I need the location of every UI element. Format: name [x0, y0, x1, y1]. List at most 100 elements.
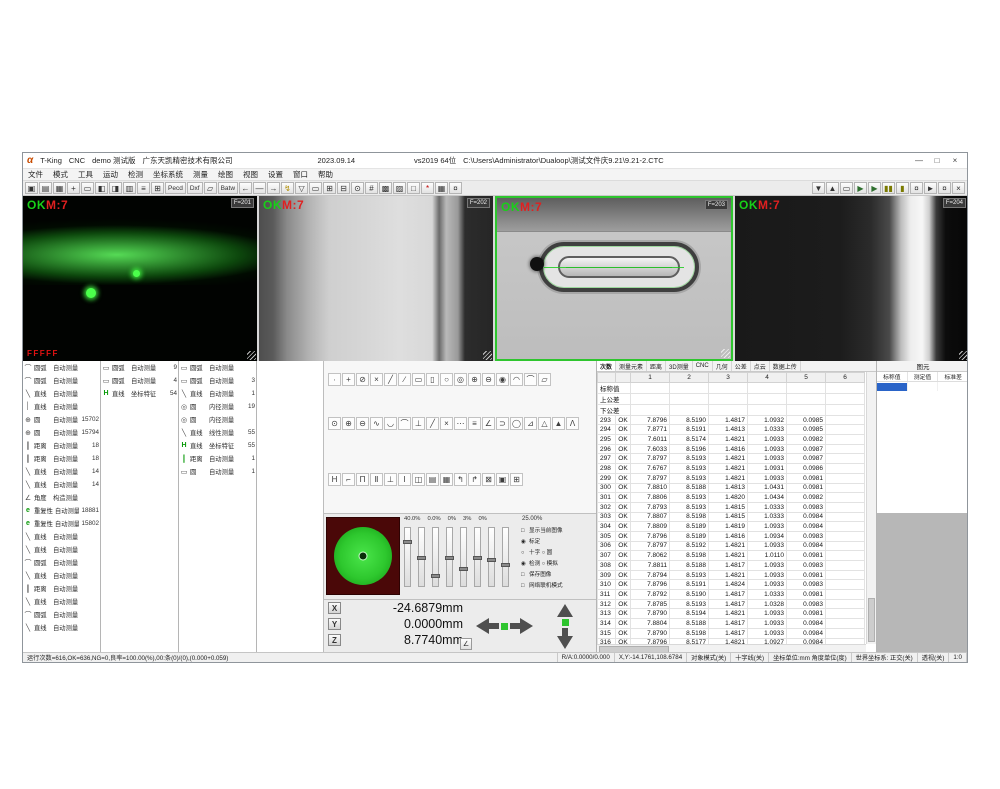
toolbar-tools-button[interactable]: ¤ [938, 182, 951, 194]
measurement-row[interactable]: 296OK7.60338.51961.48161.09330.0987 [598, 444, 865, 454]
feature-row[interactable]: ◎圆内径测量 [179, 413, 256, 426]
tool-icon[interactable]: ▲ [552, 417, 565, 430]
measurement-row[interactable]: 307OK7.80628.51981.48211.01100.0981 [598, 551, 865, 561]
measurement-row[interactable]: 293OK7.87968.51901.48171.09320.0985 [598, 415, 865, 425]
jog-right-icon[interactable] [520, 618, 533, 634]
measurement-row[interactable]: 306OK7.87978.51921.48211.09330.0984 [598, 541, 865, 551]
toolbar-calibrate-button[interactable]: ¤ [449, 182, 462, 194]
measurement-row[interactable]: 309OK7.87948.51931.48211.09330.0981 [598, 570, 865, 580]
menu-item-设置[interactable]: 设置 [268, 169, 283, 180]
table-vertical-scrollbar[interactable] [866, 372, 876, 644]
feature-row[interactable]: ∠角度构造测量 [23, 491, 100, 504]
measurement-row[interactable]: 295OK7.60118.51741.48211.09330.0982 [598, 435, 865, 445]
light-slider[interactable] [404, 527, 411, 587]
tool-icon[interactable]: ⊥ [384, 473, 397, 486]
tool-icon[interactable]: ⊙ [328, 417, 341, 430]
tool-icon[interactable]: ◯ [510, 417, 523, 430]
tool-icon[interactable]: ⊞ [510, 473, 523, 486]
menu-item-工具[interactable]: 工具 [78, 169, 93, 180]
camera-view-edge-right[interactable]: OKM:7 F=204 [735, 196, 968, 361]
tool-icon[interactable]: ⊿ [524, 417, 537, 430]
toolbar-folder-button[interactable]: ▭ [840, 182, 853, 194]
tool-icon[interactable]: ⊃ [496, 417, 509, 430]
measurement-row[interactable]: 297OK7.87978.51931.48211.09330.0987 [598, 454, 865, 464]
measurement-row[interactable]: 300OK7.88108.51881.48131.04310.0981 [598, 483, 865, 493]
tool-icon[interactable]: ⋯ [454, 417, 467, 430]
toolbar-zoom-out-button[interactable]: ⊟ [337, 182, 350, 194]
toolbar-laser-button[interactable]: * [421, 182, 434, 194]
close-button[interactable]: × [947, 155, 963, 167]
toolbar-magnifier-button[interactable]: ⊙ [351, 182, 364, 194]
toolbar-chip-button[interactable]: ▦ [435, 182, 448, 194]
option-line[interactable]: □保存图像 [521, 570, 596, 581]
table-fixed-row[interactable]: 标称值 [598, 382, 865, 393]
feature-row[interactable]: ╲直线自动测量 [23, 595, 100, 608]
tool-icon[interactable]: ≡ [468, 417, 481, 430]
slider-thumb[interactable] [445, 556, 454, 560]
option-mark-icon[interactable]: □ [521, 581, 529, 592]
measurement-row[interactable]: 301OK7.88068.51931.48201.04340.0982 [598, 493, 865, 503]
feature-row[interactable]: ╲直线自动测量 [23, 543, 100, 556]
feature-row[interactable]: ◎圆内径测量19 [179, 400, 256, 413]
tool-icon[interactable]: ▯ [426, 373, 439, 386]
menu-item-测量[interactable]: 测量 [193, 169, 208, 180]
toolbar-probe-down-button[interactable]: ▽ [295, 182, 308, 194]
toolbar-jog-left-button[interactable]: ← [239, 182, 252, 194]
measurement-row[interactable]: 315OK7.87908.51981.48171.09330.0984 [598, 628, 865, 638]
feature-row[interactable]: ▭圆弧自动测量9 [101, 361, 178, 374]
feature-row[interactable]: ╲直线自动测量14 [23, 478, 100, 491]
toolbar-list-view-button[interactable]: ≡ [137, 182, 150, 194]
tool-icon[interactable]: ∠ [482, 417, 495, 430]
tool-icon[interactable]: ⊕ [468, 373, 481, 386]
toolbar-zoom-in-button[interactable]: ⊞ [323, 182, 336, 194]
slider-thumb[interactable] [473, 556, 482, 560]
table-column-header[interactable]: 2 [670, 373, 709, 383]
feature-row[interactable]: ▭圆自动测量1 [179, 465, 256, 478]
toolbar-move-tool-button[interactable]: + [67, 182, 80, 194]
tool-icon[interactable]: + [342, 373, 355, 386]
tool-icon[interactable]: ↱ [468, 473, 481, 486]
measurement-row[interactable]: 298OK7.67678.51931.48211.09310.0986 [598, 464, 865, 474]
element-panel-row[interactable] [877, 382, 968, 391]
measurement-row[interactable]: 299OK7.87978.51931.48211.09330.0981 [598, 473, 865, 483]
toolbar-texture-button[interactable]: ▩ [379, 182, 392, 194]
slider-thumb[interactable] [501, 563, 510, 567]
resize-grip[interactable] [721, 349, 730, 358]
tool-icon[interactable]: ◎ [454, 373, 467, 386]
maximize-button[interactable]: □ [929, 155, 945, 167]
feature-row[interactable]: ⌒圆弧自动测量 [23, 374, 100, 387]
light-slider[interactable] [502, 527, 509, 587]
light-slider[interactable] [460, 527, 467, 587]
toolbar-dxf-button[interactable]: Dxf [187, 182, 203, 194]
toolbar-save-file-button[interactable]: ▦ [53, 182, 66, 194]
camera-view-laser[interactable]: OKM:7 F=201 FFFFF [23, 196, 257, 361]
measurement-row[interactable]: 304OK7.88098.51891.48191.09330.0984 [598, 522, 865, 532]
tool-icon[interactable]: Η [328, 473, 341, 486]
tool-icon[interactable]: ○ [440, 373, 453, 386]
tool-icon[interactable]: △ [538, 417, 551, 430]
feature-row[interactable]: H直线坐标特征54 [101, 387, 178, 400]
feature-row[interactable]: e重复性自动测量15802 [23, 517, 100, 530]
tool-icon[interactable]: ⊕ [342, 417, 355, 430]
measurement-row[interactable]: 310OK7.87968.51911.48241.09330.0983 [598, 580, 865, 590]
element-column-标称值[interactable]: 标称值 [877, 372, 908, 381]
toolbar-pause-button[interactable]: ▮▮ [882, 182, 895, 194]
toolbar-split-right-button[interactable]: ◨ [109, 182, 122, 194]
tool-icon[interactable]: ◫ [412, 473, 425, 486]
tool-icon[interactable]: ⊠ [482, 473, 495, 486]
resize-grip[interactable] [959, 351, 968, 360]
toolbar-pattern-button[interactable]: ▨ [393, 182, 406, 194]
menu-item-绘图[interactable]: 绘图 [218, 169, 233, 180]
toolbar-settings-button[interactable]: ¤ [910, 182, 923, 194]
toolbar-select-frame-button[interactable]: ▭ [81, 182, 94, 194]
option-mark-icon[interactable]: □ [521, 526, 529, 537]
tool-icon[interactable]: ◉ [496, 373, 509, 386]
table-fixed-row[interactable]: 上公差 [598, 393, 865, 404]
measurement-row[interactable]: 313OK7.87908.51941.48211.09330.0981 [598, 609, 865, 619]
resize-grip[interactable] [483, 351, 492, 360]
feature-row[interactable]: ╲直线自动测量14 [23, 465, 100, 478]
toolbar-new-file-button[interactable]: ▣ [25, 182, 38, 194]
table-column-header[interactable]: 3 [709, 373, 748, 383]
toolbar-remote-run-button[interactable]: ► [924, 182, 937, 194]
feature-row[interactable]: ⌒圆弧自动测量 [23, 556, 100, 569]
